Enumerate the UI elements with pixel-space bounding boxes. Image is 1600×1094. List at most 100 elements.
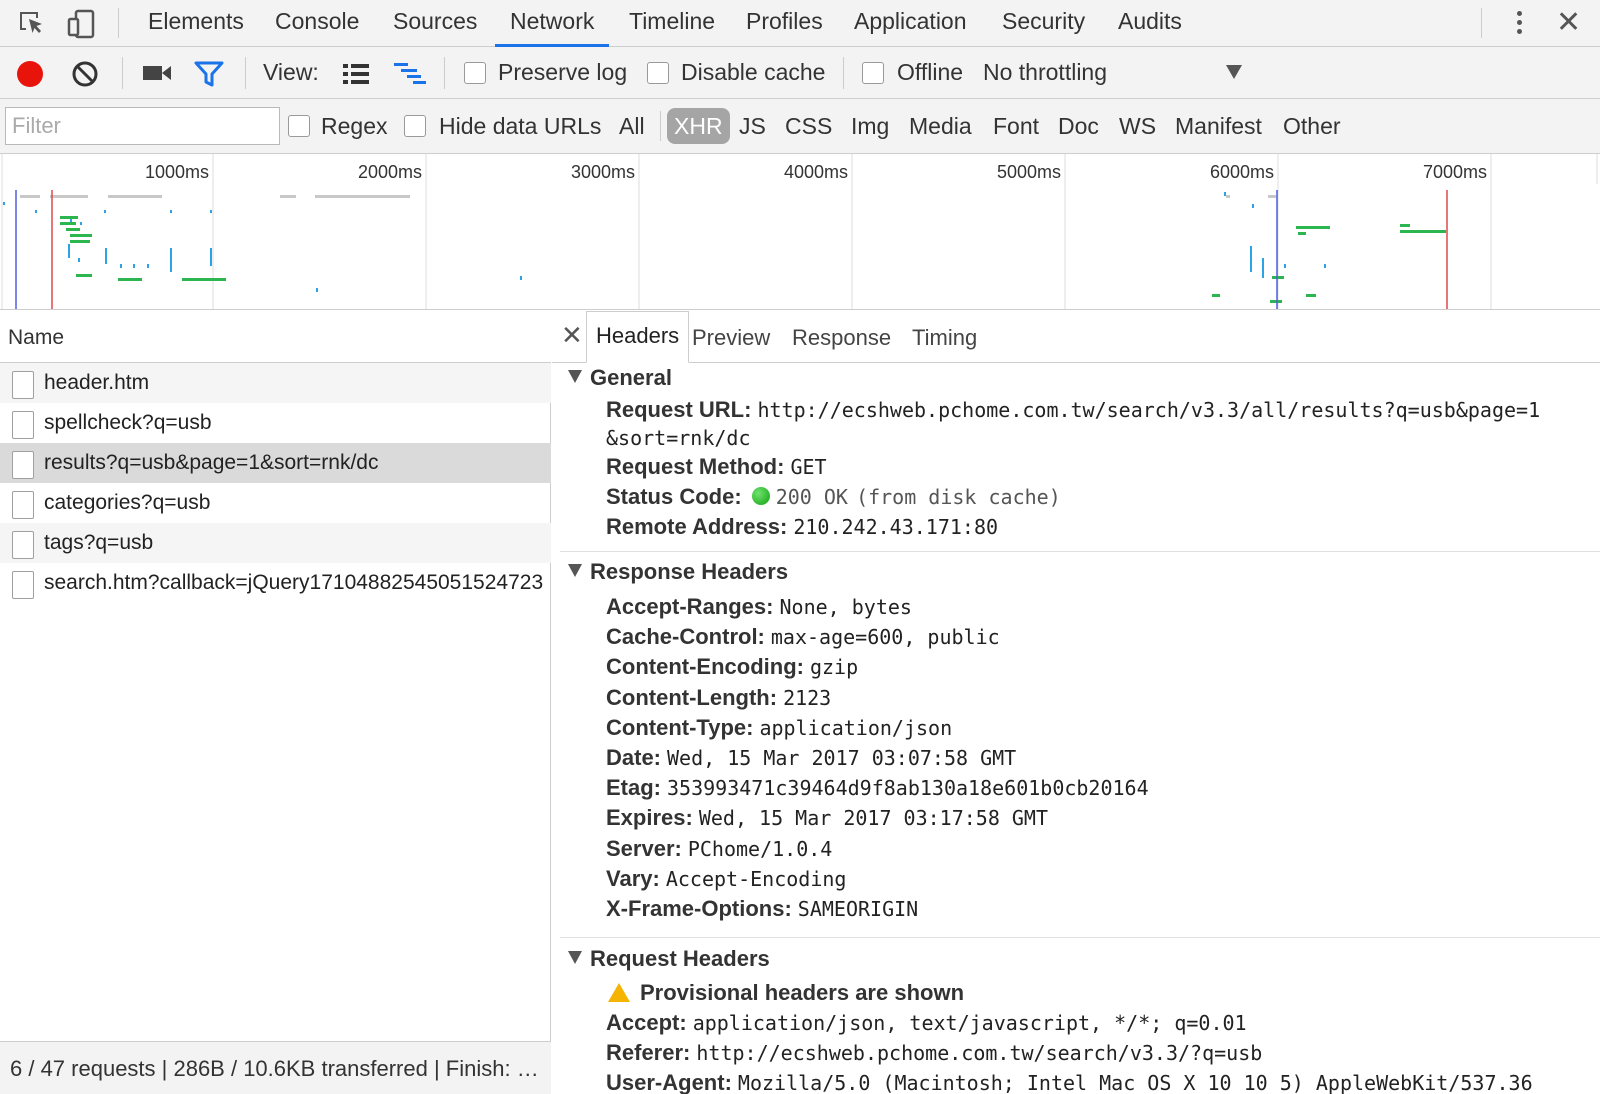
warning-icon <box>608 983 630 1002</box>
large-rows-icon[interactable] <box>342 62 370 86</box>
waiting-bar <box>80 222 82 225</box>
offline-checkbox[interactable] <box>862 62 884 84</box>
waiting-bar <box>133 264 135 268</box>
waiting-bar <box>1250 246 1252 272</box>
request-list-panel: Name header.htm spellcheck?q=usb results… <box>0 311 551 1094</box>
request-row-selected[interactable]: results?q=usb&page=1&sort=rnk/dc <box>0 443 551 483</box>
header-row-request-url: Request URL: http://ecshweb.pchome.com.tw… <box>606 397 1541 422</box>
clear-icon[interactable] <box>71 60 99 88</box>
waiting-bar <box>170 248 172 272</box>
throttling-select[interactable]: No throttling <box>983 58 1107 86</box>
filter-type-other[interactable]: Other <box>1283 112 1341 140</box>
provisional-warning: Provisional headers are shown <box>608 979 964 1007</box>
tab-timing[interactable]: Timing <box>912 325 977 351</box>
tab-timeline[interactable]: Timeline <box>629 0 715 47</box>
request-row[interactable]: search.htm?callback=jQuery17104882545051… <box>0 563 551 603</box>
receiving-bar <box>60 216 78 219</box>
header-row-remote-address: Remote Address: 210.242.43.171:80 <box>606 514 999 539</box>
filter-type-ws[interactable]: WS <box>1119 112 1156 140</box>
waiting-bar <box>68 244 70 258</box>
tab-network[interactable]: Network <box>495 0 610 47</box>
inspect-element-icon[interactable] <box>16 8 48 40</box>
filter-type-css[interactable]: CSS <box>785 112 832 140</box>
file-icon <box>12 571 34 599</box>
disable-cache-label: Disable cache <box>681 59 826 85</box>
request-row[interactable]: spellcheck?q=usb <box>0 403 551 443</box>
tab-console[interactable]: Console <box>275 0 359 47</box>
waiting-bar <box>78 258 80 262</box>
disable-cache-checkbox[interactable] <box>647 62 669 84</box>
waiting-bar <box>147 264 149 268</box>
filter-type-doc[interactable]: Doc <box>1058 112 1099 140</box>
receiving-bar <box>1212 294 1220 297</box>
filter-input[interactable] <box>5 107 280 145</box>
waiting-bar <box>170 210 172 213</box>
request-row[interactable]: header.htm <box>0 363 551 403</box>
response-header-row: Cache-Control: max-age=600, public <box>606 624 1000 650</box>
request-header-row: Accept: application/json, text/javascript… <box>606 1010 1247 1035</box>
tab-security[interactable]: Security <box>1002 0 1085 47</box>
record-icon[interactable] <box>17 61 43 87</box>
general-section-toggle[interactable]: General <box>568 365 672 391</box>
overview-chart: 1000ms 2000ms 3000ms 4000ms 5000ms 6000ms 7000… <box>1 154 1598 309</box>
receiving-bar <box>70 240 90 243</box>
filter-type-img[interactable]: Img <box>851 112 889 140</box>
more-options-icon[interactable] <box>1512 8 1526 38</box>
receiving-bar <box>1270 300 1282 303</box>
file-icon <box>12 531 34 559</box>
receiving-bar <box>66 228 80 231</box>
filter-type-xhr[interactable]: XHR <box>667 108 730 144</box>
tab-audits[interactable]: Audits <box>1118 0 1182 47</box>
request-row[interactable]: categories?q=usb <box>0 483 551 523</box>
tab-application[interactable]: Application <box>854 0 967 47</box>
summary-text: 6 / 47 requests | 286B / 10.6KB transfer… <box>10 1056 545 1081</box>
filter-icon[interactable] <box>194 60 224 88</box>
receiving-bar <box>1296 226 1330 229</box>
status-ok-icon <box>751 487 770 505</box>
triangle-down-icon <box>568 370 582 383</box>
file-icon <box>12 491 34 519</box>
waiting-bar <box>104 210 106 213</box>
hide-data-urls-checkbox[interactable] <box>404 115 426 137</box>
filter-type-all[interactable]: All <box>619 112 645 140</box>
filter-type-js[interactable]: JS <box>739 112 766 140</box>
offline-label: Offline <box>897 59 964 85</box>
close-devtools-icon[interactable]: ✕ <box>1556 6 1581 40</box>
filter-type-media[interactable]: Media <box>909 112 972 140</box>
request-detail-panel: ✕ Headers Preview Response Timing Genera… <box>552 311 1600 1094</box>
filter-type-font[interactable]: Font <box>993 112 1039 140</box>
chevron-down-icon[interactable] <box>1226 65 1242 79</box>
waiting-bar <box>520 276 522 280</box>
response-header-row: Content-Length: 2123 <box>606 684 832 710</box>
request-row[interactable]: tags?q=usb <box>0 523 551 563</box>
tab-headers[interactable]: Headers <box>586 311 690 363</box>
regex-checkbox[interactable] <box>288 115 310 137</box>
request-headers-section-toggle[interactable]: Request Headers <box>568 946 770 972</box>
response-header-row: Accept-Ranges: None, bytes <box>606 594 912 619</box>
file-icon <box>12 371 34 399</box>
device-toolbar-icon[interactable] <box>66 8 98 40</box>
preserve-log-label: Preserve log <box>498 59 628 85</box>
tab-preview[interactable]: Preview <box>692 325 770 351</box>
tab-profiles[interactable]: Profiles <box>746 0 823 47</box>
receiving-bar <box>1400 224 1410 227</box>
network-overview[interactable]: 1000ms 2000ms 3000ms 4000ms 5000ms 6000ms 7000… <box>0 154 1600 310</box>
tab-sources[interactable]: Sources <box>393 0 477 47</box>
waterfall-view-icon[interactable] <box>393 61 427 87</box>
queued-bar <box>280 195 296 198</box>
close-detail-icon[interactable]: ✕ <box>561 320 583 351</box>
tab-elements[interactable]: Elements <box>148 0 244 47</box>
tick-label: 1000ms <box>145 162 209 182</box>
request-name: tags?q=usb <box>44 531 154 554</box>
filter-type-manifest[interactable]: Manifest <box>1175 112 1262 140</box>
receiving-bar <box>60 222 76 225</box>
receiving-bar <box>118 278 142 281</box>
screenshot-camera-icon[interactable] <box>142 61 172 85</box>
receiving-bar <box>70 234 92 237</box>
hide-data-urls-label: Hide data URLs <box>439 113 602 139</box>
tab-response[interactable]: Response <box>792 325 891 351</box>
response-headers-section-toggle[interactable]: Response Headers <box>568 559 788 585</box>
name-column-header[interactable]: Name <box>0 311 551 363</box>
preserve-log-checkbox[interactable] <box>464 62 486 84</box>
network-summary-bar: 6 / 47 requests | 286B / 10.6KB transfer… <box>0 1041 551 1094</box>
